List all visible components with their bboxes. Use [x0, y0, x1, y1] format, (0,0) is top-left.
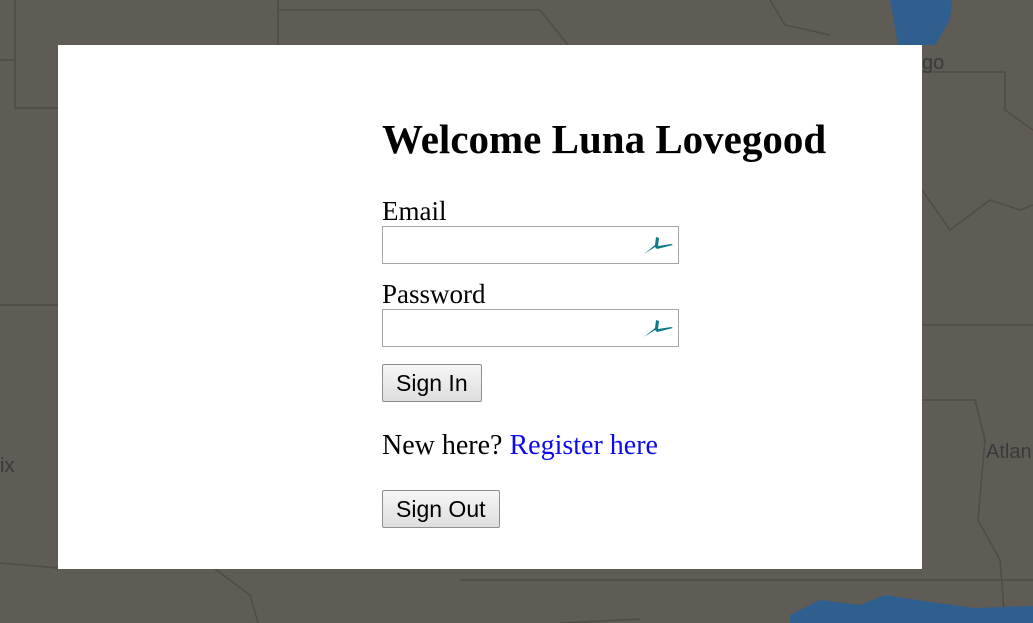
signout-row: Sign Out: [382, 490, 902, 528]
password-field-wrapper: [382, 309, 679, 347]
email-field-wrapper: [382, 226, 679, 264]
signin-row: Sign In: [382, 364, 902, 402]
sign-in-button[interactable]: Sign In: [382, 364, 482, 402]
map-label-phoenix: ix: [0, 455, 15, 477]
password-field[interactable]: [387, 311, 641, 347]
autofill-icon[interactable]: [641, 316, 675, 340]
gulf-shape: [790, 595, 1033, 623]
register-link[interactable]: Register here: [509, 430, 658, 461]
register-row: New here? Register here: [382, 429, 902, 463]
autofill-icon[interactable]: [641, 233, 675, 257]
map-label-chicago: go: [922, 52, 945, 74]
email-label: Email: [382, 196, 447, 226]
page-title: Welcome Luna Lovegood: [382, 116, 827, 162]
lake-shape: [890, 0, 952, 45]
signin-form: Welcome Luna Lovegood Email Password Sig…: [382, 115, 902, 528]
register-prompt: New here?: [382, 430, 503, 461]
map-label-atlanta: Atlan: [986, 441, 1032, 463]
sign-out-button[interactable]: Sign Out: [382, 490, 500, 528]
email-field[interactable]: [387, 228, 641, 264]
password-label: Password: [382, 279, 486, 309]
signin-modal: Welcome Luna Lovegood Email Password Sig…: [58, 45, 922, 569]
